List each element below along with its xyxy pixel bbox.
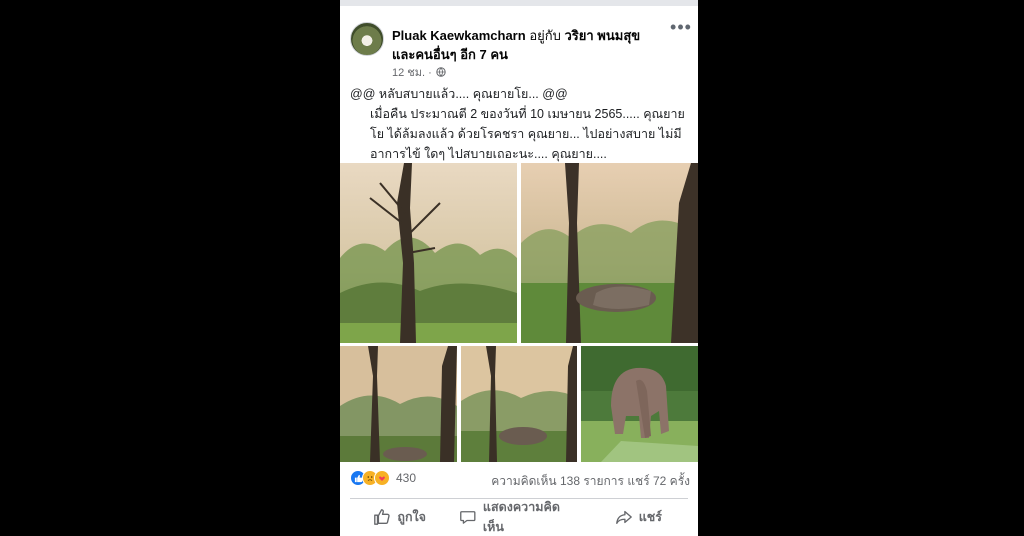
tagged-others[interactable]: และคนอื่นๆ อีก 7 คน xyxy=(392,47,508,62)
more-options-button[interactable]: ••• xyxy=(670,18,692,38)
post-text-line-1: @@ หลับสบายแล้ว.... คุณยายโย... @@ xyxy=(350,87,568,101)
post-body: @@ หลับสบายแล้ว.... คุณยายโย... @@ เมื่อ… xyxy=(350,84,690,164)
reactions-summary[interactable]: 430 xyxy=(350,470,416,486)
author-avatar[interactable] xyxy=(350,22,384,56)
care-reaction-icon xyxy=(374,470,390,486)
comment-button-label: แสดงความคิดเห็น xyxy=(482,500,560,534)
comments-shares-count[interactable]: ความคิดเห็น 138 รายการ แชร์ 72 ครั้ง xyxy=(491,472,690,491)
with-label: อยู่กับ xyxy=(529,28,561,43)
share-button[interactable]: แชร์ xyxy=(579,504,698,530)
post-photo-1[interactable] xyxy=(340,163,517,343)
post-text-line-2: เมื่อคืน ประมาณตี 2 ของวันที่ 10 เมษายน … xyxy=(370,107,685,161)
post-photo-2[interactable] xyxy=(521,163,698,343)
post-header: Pluak Kaewkamcharn อยู่กับ วริยา พนมสุข … xyxy=(392,26,662,64)
reaction-count: 430 xyxy=(396,471,417,485)
thumbs-up-icon xyxy=(374,509,391,525)
post-stats: 430 ความคิดเห็น 138 รายการ แชร์ 72 ครั้ง xyxy=(350,470,690,490)
globe-icon xyxy=(436,67,446,77)
tagged-user[interactable]: วริยา พนมสุข xyxy=(565,28,641,43)
post-actions: ถูกใจ แสดงความคิดเห็น แชร์ xyxy=(340,500,698,534)
post-photo-5[interactable] xyxy=(581,346,698,462)
share-icon xyxy=(615,510,632,524)
feed-separator xyxy=(340,0,698,6)
like-button[interactable]: ถูกใจ xyxy=(340,504,459,530)
post-photo-4[interactable] xyxy=(461,346,577,462)
post-meta: 12 ชม. · xyxy=(392,63,446,81)
comment-icon xyxy=(460,511,476,524)
like-button-label: ถูกใจ xyxy=(397,510,426,524)
comment-button[interactable]: แสดงความคิดเห็น xyxy=(459,500,578,534)
author-name[interactable]: Pluak Kaewkamcharn xyxy=(392,28,526,43)
post-photo-3[interactable] xyxy=(340,346,457,462)
post-timestamp[interactable]: 12 ชม. · xyxy=(392,63,432,81)
facebook-post-card: Pluak Kaewkamcharn อยู่กับ วริยา พนมสุข … xyxy=(340,0,698,536)
share-button-label: แชร์ xyxy=(638,510,662,524)
